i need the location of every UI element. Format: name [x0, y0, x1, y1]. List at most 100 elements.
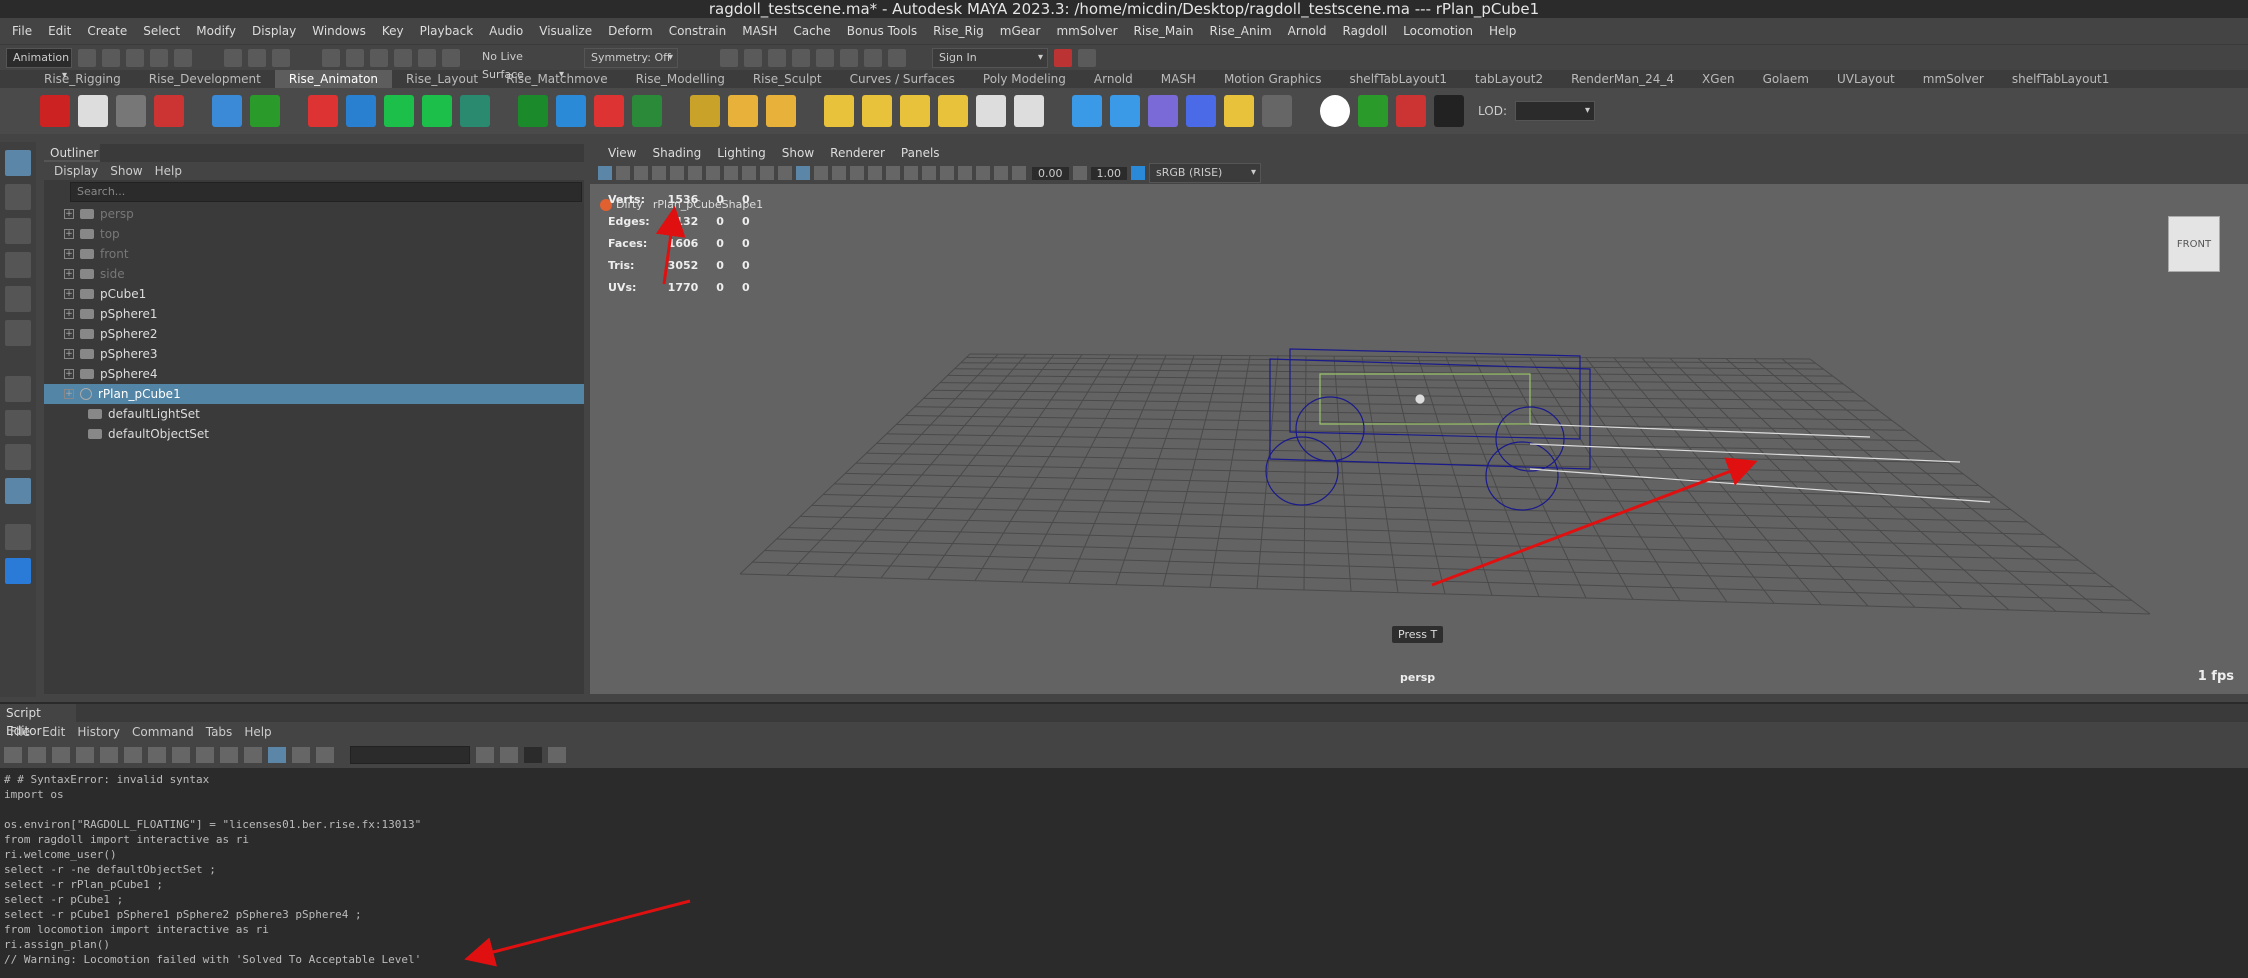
lasso-tool-icon[interactable] — [5, 184, 31, 210]
execute-selected-icon[interactable] — [292, 747, 310, 763]
publish-arrow-icon[interactable] — [212, 95, 242, 127]
show-input-icon[interactable] — [196, 747, 214, 763]
gamma-icon[interactable] — [1072, 166, 1087, 180]
viewport-menu-view[interactable]: View — [600, 146, 644, 160]
viewport-menu-lighting[interactable]: Lighting — [709, 146, 774, 160]
paint-select-icon[interactable] — [5, 218, 31, 244]
menu-locomotion[interactable]: Locomotion — [1395, 24, 1481, 38]
play-icon[interactable] — [864, 48, 882, 67]
script-menu-history[interactable]: History — [71, 725, 126, 739]
expand-icon[interactable]: + — [64, 349, 74, 359]
gear-icon[interactable] — [862, 95, 892, 127]
open-scene-icon[interactable] — [102, 48, 120, 67]
switch-icon[interactable] — [766, 95, 796, 127]
search-icon[interactable] — [5, 524, 31, 550]
view-cube[interactable]: FRONT — [2168, 216, 2220, 272]
transfer-icon[interactable] — [1148, 95, 1178, 127]
exposure-icon[interactable] — [1012, 166, 1026, 180]
show-history-icon[interactable] — [172, 747, 190, 763]
menu-help[interactable]: Help — [1481, 24, 1524, 38]
film-gate-icon[interactable] — [688, 166, 702, 180]
snap-surface-icon[interactable] — [418, 48, 436, 67]
pause-icon[interactable] — [888, 48, 906, 67]
play-icon[interactable] — [308, 95, 338, 127]
expand-icon[interactable]: + — [64, 329, 74, 339]
new-scene-icon[interactable] — [78, 48, 96, 67]
reset-icon[interactable] — [728, 95, 758, 127]
menu-visualize[interactable]: Visualize — [531, 24, 600, 38]
two-pane-icon[interactable] — [5, 444, 31, 470]
save-shelf-icon[interactable] — [76, 747, 94, 763]
sel-icon[interactable] — [518, 95, 548, 127]
expand-icon[interactable]: + — [64, 309, 74, 319]
expand-icon[interactable]: + — [64, 209, 74, 219]
shelf-tab-golaem[interactable]: Golaem — [1749, 70, 1823, 88]
snap-view-icon[interactable] — [394, 48, 412, 67]
menu-display[interactable]: Display — [244, 24, 304, 38]
wireframe-icon[interactable] — [796, 166, 810, 180]
menu-playback[interactable]: Playback — [412, 24, 482, 38]
snap-curve-icon[interactable] — [346, 48, 364, 67]
viewport-menu-panels[interactable]: Panels — [893, 146, 948, 160]
pcam-icon[interactable] — [384, 95, 414, 127]
outliner-menu-help[interactable]: Help — [149, 164, 188, 178]
del-asset-icon[interactable] — [594, 95, 624, 127]
script-menu-command[interactable]: Command — [126, 725, 200, 739]
clear-input-icon[interactable] — [124, 747, 142, 763]
menu-mmsolver[interactable]: mmSolver — [1048, 24, 1125, 38]
single-pane-icon[interactable] — [5, 376, 31, 402]
outliner-item[interactable]: defaultObjectSet — [44, 424, 584, 444]
shelf-tab-mmsolver[interactable]: mmSolver — [1909, 70, 1998, 88]
bookmark-icon[interactable] — [634, 166, 648, 180]
script-search-input[interactable] — [350, 746, 470, 764]
shelf-tab-rise-animaton[interactable]: Rise_Animaton — [274, 70, 393, 88]
check-icon[interactable] — [250, 95, 280, 127]
motion-blur-icon[interactable] — [922, 166, 936, 180]
shelf-tab-rise-development[interactable]: Rise_Development — [135, 70, 275, 88]
clear-history-icon[interactable] — [100, 747, 118, 763]
ibeam-icon[interactable] — [1224, 95, 1254, 127]
maya-logo-icon[interactable] — [5, 558, 31, 584]
snap-point-icon[interactable] — [370, 48, 388, 67]
line-field[interactable] — [524, 747, 542, 763]
viewport-scene[interactable] — [590, 184, 2248, 694]
menu-key[interactable]: Key — [374, 24, 412, 38]
outliner-item[interactable]: + side — [44, 264, 584, 284]
save-scene-icon[interactable] — [126, 48, 144, 67]
shelf-tab-xgen[interactable]: XGen — [1688, 70, 1749, 88]
expand-icon[interactable]: + — [64, 369, 74, 379]
select-icon[interactable] — [690, 95, 720, 127]
script-history[interactable]: # # SyntaxError: invalid syntax import os… — [0, 768, 2248, 978]
outliner-menu-display[interactable]: Display — [48, 164, 104, 178]
menu-create[interactable]: Create — [79, 24, 135, 38]
move-tool-icon[interactable] — [5, 252, 31, 278]
menu-mgear[interactable]: mGear — [992, 24, 1049, 38]
outliner-search-input[interactable]: Search... — [70, 182, 582, 202]
scale-tool-icon[interactable] — [5, 320, 31, 346]
menu-select[interactable]: Select — [135, 24, 188, 38]
redo-icon[interactable] — [174, 48, 192, 67]
xray-joints-icon[interactable] — [994, 166, 1008, 180]
viewport-menu-show[interactable]: Show — [774, 146, 822, 160]
menu-deform[interactable]: Deform — [600, 24, 661, 38]
menu-constrain[interactable]: Constrain — [661, 24, 735, 38]
menu-audio[interactable]: Audio — [481, 24, 531, 38]
outliner-item[interactable]: + pSphere1 — [44, 304, 584, 324]
menu-ragdoll[interactable]: Ragdoll — [1335, 24, 1396, 38]
menu-mash[interactable]: MASH — [734, 24, 785, 38]
shelf-tab-shelftablayout1[interactable]: shelfTabLayout1 — [1335, 70, 1461, 88]
shelf-tab-uvlayout[interactable]: UVLayout — [1823, 70, 1909, 88]
shelf-tab-curves-surfaces[interactable]: Curves / Surfaces — [836, 70, 969, 88]
select-object-icon[interactable] — [248, 48, 266, 67]
lights-icon[interactable] — [868, 166, 882, 180]
default-material-icon[interactable] — [832, 166, 846, 180]
gate-mask-icon[interactable] — [724, 166, 738, 180]
shelf-tab-rise-modelling[interactable]: Rise_Modelling — [622, 70, 739, 88]
select-component-icon[interactable] — [272, 48, 290, 67]
xray-icon[interactable] — [976, 166, 990, 180]
scissors-icon[interactable] — [1014, 95, 1044, 127]
shelf-tab-rise-rigging[interactable]: Rise_Rigging — [30, 70, 135, 88]
resolution-gate-icon[interactable] — [706, 166, 720, 180]
down-arrow-icon[interactable] — [1358, 95, 1388, 127]
source-script-icon[interactable] — [28, 747, 46, 763]
